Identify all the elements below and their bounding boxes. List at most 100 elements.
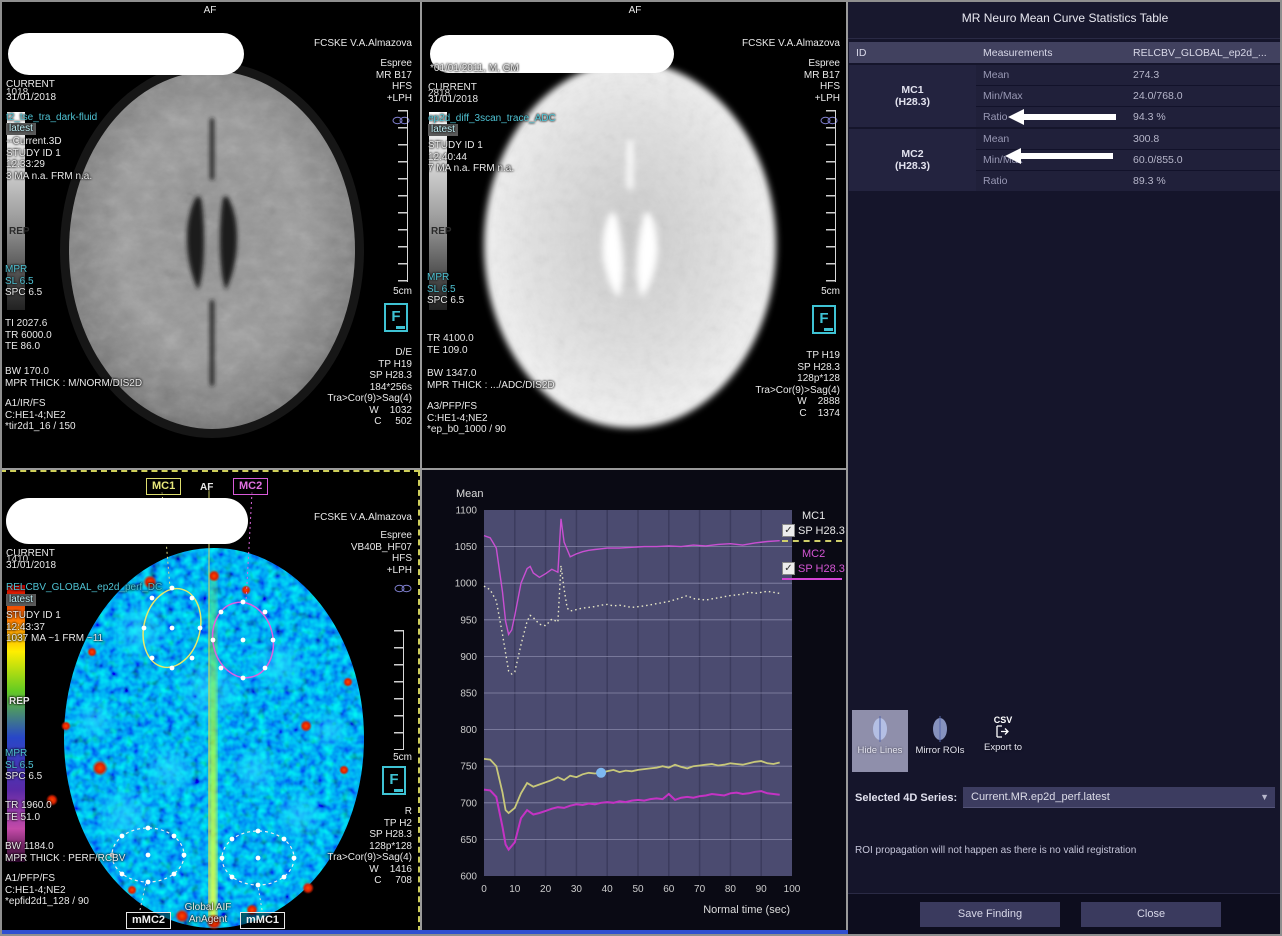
panel-divider-vertical-2	[846, 0, 848, 936]
col-header-series: RELCBV_GLOBAL_ep2d_...	[1133, 46, 1267, 59]
col-header-id: ID	[856, 46, 867, 59]
svg-text:90: 90	[756, 884, 768, 895]
spc-label: SPC 6.5	[5, 287, 43, 298]
text-line: TE 86.0	[5, 341, 41, 352]
text-line: MPR	[5, 748, 28, 759]
patient-dob-line: *01/01/2011, M, GM	[430, 63, 519, 74]
text-line: Tra>Cor(9)>Sag(4)	[327, 852, 412, 863]
svg-text:100: 100	[784, 884, 801, 895]
roi-label-mc1[interactable]: MC1	[146, 478, 182, 495]
text-line: MPR THICK : .../ADC/DIS2D	[427, 379, 555, 391]
group-id-mc2: MC2 (H28.3)	[849, 129, 976, 191]
scanner-info: Espree MR B17 HFS +LPH	[804, 58, 840, 104]
text-line: TE 51.0	[5, 811, 41, 823]
patient-info-redaction	[6, 498, 248, 544]
orientation-f-icon: F	[382, 766, 406, 795]
bottom-highlight-strip	[0, 930, 848, 934]
study-date: 31/01/2018	[6, 560, 57, 571]
text-line: A1/IR/FS	[5, 398, 46, 409]
text-line: Tra>Cor(9)>Sag(4)	[327, 393, 412, 404]
image-params: TP H19 SP H28.3 128p*128 Tra>Cor(9)>Sag(4) W…	[755, 350, 840, 419]
hide-lines-button[interactable]: Hide Lines	[852, 710, 908, 772]
svg-text:0: 0	[481, 884, 487, 895]
scale-label: 5cm	[821, 286, 840, 297]
text-line: 184*256s	[369, 381, 412, 393]
chart-x-axis-title: Normal time (sec)	[703, 904, 790, 916]
text-line: STUDY ID 1	[6, 610, 61, 621]
spc-label: SPC 6.5	[5, 771, 43, 782]
svg-text:650: 650	[460, 835, 477, 846]
export-to-csv-button[interactable]: CSV Export to	[972, 710, 1034, 772]
latest-tag: latest	[6, 123, 36, 135]
roi-label-mc2[interactable]: MC2	[233, 478, 269, 495]
legend-mc1-sub: SP H28.3	[798, 524, 845, 537]
mc2-visibility-checkbox[interactable]: ✓	[782, 562, 795, 575]
study-date: 31/01/2018	[6, 92, 57, 103]
text-line: *tir2d1_16 / 150	[5, 421, 76, 432]
svg-text:60: 60	[663, 884, 675, 895]
text-line: STUDY ID 1	[6, 147, 61, 159]
table-row: Min/Max 24.0/768.0	[976, 86, 1281, 107]
text-line: 3 MA n.a. FRM n.a.	[6, 170, 93, 182]
latest-tag: latest	[428, 124, 458, 136]
export-icon	[996, 725, 1009, 738]
sequence-name: t2_tse_tra_dark-fluid	[6, 112, 98, 123]
mc1-visibility-checkbox[interactable]: ✓	[782, 524, 795, 537]
text-line: TI 2027.6	[5, 318, 48, 329]
text-line: R	[404, 806, 412, 817]
timing-params: TR 4100.0 TE 109.0	[427, 333, 474, 356]
col-header-measurements: Measurements	[983, 46, 1053, 59]
panel-divider-horizontal	[0, 468, 848, 470]
svg-text:600: 600	[460, 872, 477, 883]
roi-label-mmc2[interactable]: mMC2	[126, 912, 172, 929]
scale-ruler	[398, 110, 408, 282]
legend-mc1-name: MC1	[802, 510, 826, 522]
text-line: HFS	[392, 81, 412, 92]
institution-label: FCSKE V.A.Almazova	[313, 38, 412, 49]
text-line: 12:43:37	[6, 621, 45, 633]
orientation-label-af: AF	[628, 5, 642, 16]
svg-text:800: 800	[460, 725, 477, 736]
table-header-row: ID Measurements RELCBV_GLOBAL_ep2d_...	[849, 42, 1281, 63]
legend-mc2-name: MC2	[802, 548, 826, 560]
text-line: SL 6.5	[427, 283, 456, 295]
viewport-flair[interactable]: AF FCSKE V.A.Almazova Espree MR B17 HFS +LP…	[0, 0, 420, 468]
orientation-f-icon: F	[384, 303, 408, 332]
text-line: SL 6.5	[5, 275, 34, 287]
mean-curve-chart-panel[interactable]: 600 650 700 750 800 850 900 950 1000 1050 1100 0 10 2…	[422, 470, 848, 936]
close-button[interactable]: Close	[1081, 902, 1221, 927]
stats-title-bar: MR Neuro Mean Curve Statistics Table	[848, 0, 1282, 39]
mirror-rois-button[interactable]: Mirror ROIs	[912, 710, 968, 772]
image-params: R TP H2 SP H28.3 128p*128 Tra>Cor(9)>Sag(4) W…	[327, 806, 412, 887]
legend-mc2-line-sample	[782, 578, 842, 580]
text-line: SP H28.3	[369, 829, 412, 840]
text-line: MPR	[5, 264, 28, 275]
text-line: Espree	[380, 58, 412, 69]
save-finding-button[interactable]: Save Finding	[920, 902, 1060, 927]
text-line: C 708	[374, 875, 412, 886]
bw-params: BW 1347.0 MPR THICK : .../ADC/DIS2D	[427, 368, 555, 391]
roi-label-mmc1[interactable]: mMC1	[240, 912, 286, 929]
orientation-f-icon: F	[812, 305, 836, 334]
legend-mc2-sub: SP H28.3	[798, 562, 845, 575]
text-line: C 1374	[799, 407, 840, 419]
text-line: MR B17	[375, 69, 412, 81]
text-line: SP H28.3	[369, 370, 412, 381]
institution-label: FCSKE V.A.Almazova	[741, 38, 840, 49]
text-line: Espree	[380, 530, 412, 541]
mpr-info: MPR SL 6.5	[5, 264, 34, 287]
scanner-info: Espree MR B17 HFS +LPH	[376, 58, 412, 104]
text-line: 7 MA n.a. FRM n.a.	[428, 163, 515, 174]
rep-label: REP	[9, 696, 30, 707]
bw-params: BW 170.0 MPR THICK : M/NORM/DIS2D	[5, 366, 142, 389]
4d-series-dropdown[interactable]: Current.MR.ep2d_perf.latest ▼	[963, 787, 1275, 808]
text-line: C 502	[374, 416, 412, 427]
text-line: TR 1960.0	[5, 800, 52, 811]
viewport-adc[interactable]: AF *01/01/2011, M, GM FCSKE V.A.Almazova…	[422, 0, 848, 468]
sequence-name: RELCBV_GLOBAL_ep2d_perf_DC	[6, 582, 163, 593]
text-line: *ep_b0_1000 / 90	[427, 424, 506, 435]
link-icon	[394, 584, 412, 593]
dialog-button-bar: Save Finding Close	[848, 893, 1282, 936]
text-line: W 1416	[369, 863, 412, 875]
viewport-perfusion[interactable]: MC1 AF MC2 FCSKE V.A.Almazova Espree VB40…	[0, 470, 420, 936]
